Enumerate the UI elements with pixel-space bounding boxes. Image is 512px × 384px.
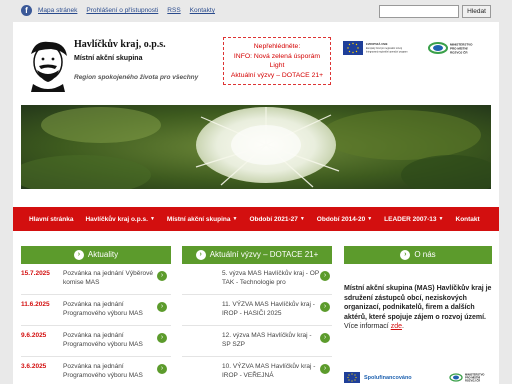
about-punct: . bbox=[401, 323, 404, 331]
arrow-right-icon[interactable]: › bbox=[157, 364, 167, 374]
news-date: 9.6.2025 bbox=[21, 332, 47, 339]
o-nas-title: O nás bbox=[414, 250, 436, 259]
cofinanced-label: Spolufinancováno bbox=[364, 375, 412, 381]
news-date: 15.7.2025 bbox=[21, 270, 50, 277]
nav-item-obdobi-2021[interactable]: Období 2021-27 ▼ bbox=[243, 216, 310, 223]
about-text: Místní akční skupina (MAS) Havlíčkův kra… bbox=[344, 284, 492, 332]
arrow-right-icon: › bbox=[73, 250, 84, 260]
eu-logo-line: EVROPSKÁ UNIE bbox=[366, 41, 388, 46]
arrow-right-icon[interactable]: › bbox=[320, 302, 330, 312]
arrow-right-icon[interactable]: › bbox=[157, 271, 167, 281]
chevron-down-icon: ▼ bbox=[299, 216, 305, 222]
aktuality-section: › Aktuality 15.7.2025 Pozvánka na jednán… bbox=[21, 246, 171, 384]
call-item[interactable]: 10. VÝZVA MAS Havlíčkův kraj - IROP - VE… bbox=[182, 357, 332, 384]
facebook-icon[interactable]: f bbox=[21, 5, 32, 16]
notice-line[interactable]: INFO: Nová zelená úsporám bbox=[224, 52, 330, 62]
eu-logo-line: Evropský fond pro regionální rozvoj bbox=[366, 47, 402, 50]
org-title: Havlíčkův kraj, o.p.s. bbox=[74, 39, 166, 50]
notice-line[interactable]: Light bbox=[224, 61, 330, 71]
nav-item-label: Kontakt bbox=[455, 215, 480, 223]
notice-line[interactable]: Aktuální výzvy – DOTACE 21+ bbox=[224, 71, 330, 81]
nav-item-mas[interactable]: Místní akční skupina ▼ bbox=[161, 216, 244, 223]
about-bold-text: Místní akční skupina (MAS) Havlíčkův kra… bbox=[344, 285, 492, 321]
org-tagline: Region spokojeného života pro všechny bbox=[74, 74, 199, 81]
page-container: Havlíčkův kraj, o.p.s. Místní akční skup… bbox=[13, 22, 499, 384]
nav-item-leader[interactable]: LEADER 2007-13 ▼ bbox=[378, 216, 449, 223]
about-more-text: Více informací bbox=[344, 323, 391, 331]
search-input[interactable] bbox=[379, 5, 459, 18]
top-bar: f Mapa stránek Prohlášení o přístupnosti… bbox=[0, 0, 512, 22]
nav-item-obdobi-2014[interactable]: Období 2014-20 ▼ bbox=[311, 216, 378, 223]
notice-box[interactable]: Nepřehlédněte: INFO: Nová zelená úsporám… bbox=[223, 37, 331, 85]
news-title[interactable]: Pozvánka na jednání Programového výboru … bbox=[63, 363, 158, 380]
chevron-down-icon: ▼ bbox=[367, 216, 373, 222]
news-title[interactable]: Pozvánka na jednání Programového výboru … bbox=[63, 301, 158, 318]
news-title[interactable]: Pozvánka na jednání Programového výboru … bbox=[63, 332, 158, 349]
news-date: 11.6.2025 bbox=[21, 301, 50, 308]
search-button[interactable]: Hledat bbox=[462, 5, 491, 18]
chevron-down-icon: ▼ bbox=[149, 216, 155, 222]
arrow-right-icon[interactable]: › bbox=[157, 302, 167, 312]
rss-link[interactable]: RSS bbox=[167, 7, 180, 14]
arrow-right-icon[interactable]: › bbox=[157, 333, 167, 343]
call-title[interactable]: 11. VÝZVA MAS Havlíčkův kraj - IROP - HA… bbox=[222, 301, 320, 318]
header: Havlíčkův kraj, o.p.s. Místní akční skup… bbox=[13, 22, 499, 102]
nav-item-label: Místní akční skupina bbox=[166, 215, 231, 223]
ministry-logo-line: ROZVOJ ČR bbox=[450, 50, 468, 55]
news-title[interactable]: Pozvánka na jednání Výběrové komise MAS bbox=[63, 270, 158, 287]
call-item[interactable]: 5. výzva MAS Havlíčkův kraj - OP TAK - T… bbox=[182, 264, 332, 295]
news-item[interactable]: 9.6.2025 Pozvánka na jednání Programovéh… bbox=[21, 326, 171, 357]
havlicek-portrait-logo[interactable] bbox=[21, 36, 75, 92]
arrow-right-icon[interactable]: › bbox=[320, 271, 330, 281]
chevron-down-icon: ▼ bbox=[232, 216, 238, 222]
call-item[interactable]: 12. výzva MAS Havlíčkův kraj - SP SZP › bbox=[182, 326, 332, 357]
arrow-right-icon[interactable]: › bbox=[320, 333, 330, 343]
main-nav: Hlavní stránka Havlíčkův kraj o.p.s. ▼ Mí… bbox=[13, 207, 499, 231]
eu-logo: EVROPSKÁ UNIE Evropský fond pro regionál… bbox=[343, 41, 408, 55]
news-item[interactable]: 15.7.2025 Pozvánka na jednání Výběrové k… bbox=[21, 264, 171, 295]
news-item[interactable]: 11.6.2025 Pozvánka na jednání Programové… bbox=[21, 295, 171, 326]
nav-item-home[interactable]: Hlavní stránka bbox=[23, 216, 79, 223]
vyzvy-heading[interactable]: › Aktuální výzvy – DOTACE 21+ bbox=[182, 246, 332, 264]
aktuality-heading[interactable]: › Aktuality bbox=[21, 246, 171, 264]
chevron-down-icon: ▼ bbox=[438, 216, 444, 222]
arrow-right-icon: › bbox=[400, 250, 411, 260]
nav-item-kontakt[interactable]: Kontakt bbox=[450, 216, 486, 223]
call-title[interactable]: 5. výzva MAS Havlíčkův kraj - OP TAK - T… bbox=[222, 270, 320, 287]
arrow-right-icon[interactable]: › bbox=[320, 364, 330, 374]
vyzvy-title: Aktuální výzvy – DOTACE 21+ bbox=[209, 250, 319, 259]
contacts-link[interactable]: Kontakty bbox=[190, 7, 215, 14]
news-item[interactable]: 3.6.2025 Pozvánka na jednání Programovéh… bbox=[21, 357, 171, 384]
sitemap-link[interactable]: Mapa stránek bbox=[38, 7, 77, 14]
call-title[interactable]: 10. VÝZVA MAS Havlíčkův kraj - IROP - VE… bbox=[222, 363, 320, 380]
nav-item-label: LEADER 2007-13 bbox=[384, 215, 437, 223]
nav-item-label: Hlavní stránka bbox=[29, 215, 74, 223]
o-nas-heading[interactable]: › O nás bbox=[344, 246, 492, 264]
nav-item-label: Období 2021-27 bbox=[249, 215, 298, 223]
eu-logo-line: Integrovaný regionální operační program bbox=[366, 51, 408, 54]
news-date: 3.6.2025 bbox=[21, 363, 47, 370]
org-subtitle: Místní akční skupina bbox=[74, 55, 143, 62]
call-title[interactable]: 12. výzva MAS Havlíčkův kraj - SP SZP bbox=[222, 332, 320, 349]
notice-line: Nepřehlédněte: bbox=[253, 43, 301, 50]
accessibility-link[interactable]: Prohlášení o přístupnosti bbox=[86, 7, 158, 14]
vyzvy-section: › Aktuální výzvy – DOTACE 21+ 5. výzva M… bbox=[182, 246, 332, 384]
hero-flower-image bbox=[21, 105, 491, 189]
call-item[interactable]: 11. VÝZVA MAS Havlíčkův kraj - IROP - HA… bbox=[182, 295, 332, 326]
nav-item-label: Období 2014-20 bbox=[316, 215, 366, 223]
o-nas-section: › O nás bbox=[344, 246, 492, 264]
nav-item-havlickuv-kraj[interactable]: Havlíčkův kraj o.p.s. ▼ bbox=[79, 216, 160, 223]
about-more-link[interactable]: zde bbox=[391, 323, 402, 330]
nav-item-label: Havlíčkův kraj o.p.s. bbox=[85, 215, 148, 223]
arrow-right-icon: › bbox=[195, 250, 206, 260]
ministry-logo: MINISTERSTVO PRO MÍSTNÍ ROZVOJ ČR bbox=[428, 42, 473, 55]
aktuality-title: Aktuality bbox=[87, 250, 119, 259]
cofinanced-banner: Spolufinancováno MINISTERSTVO PRO MÍSTNÍ… bbox=[344, 372, 484, 383]
top-links: Mapa stránek Prohlášení o přístupnosti R… bbox=[38, 7, 215, 14]
